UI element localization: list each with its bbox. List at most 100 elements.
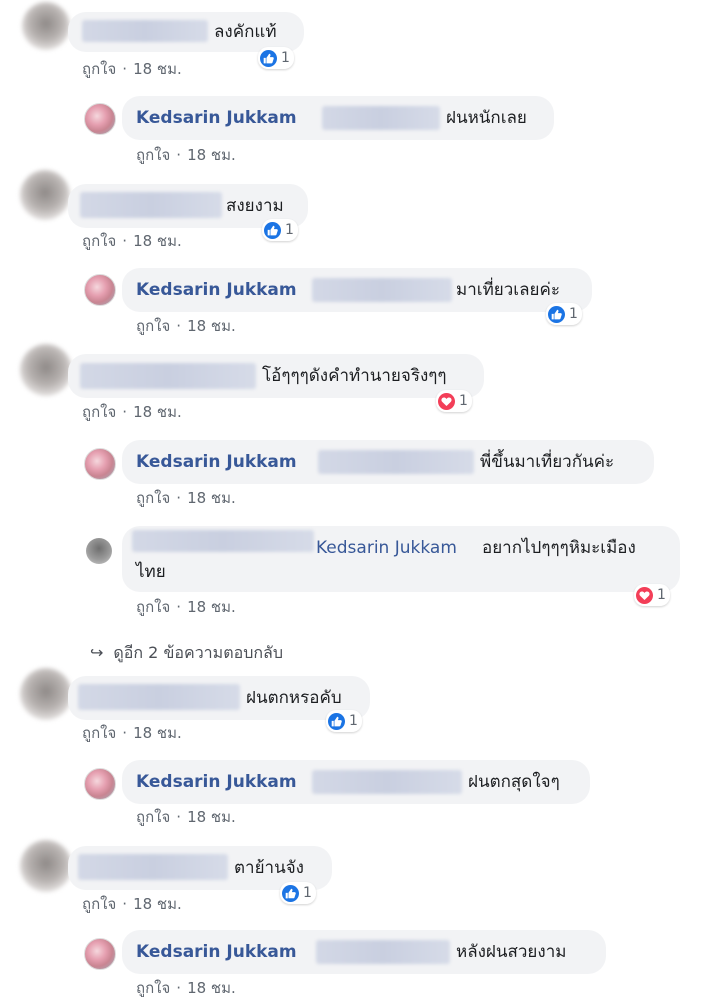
blurred-author-name [78,684,240,710]
comment-text: ฝนตกหรอคับ [246,688,342,708]
reaction-badge[interactable]: 1 [436,390,472,412]
timestamp[interactable]: 18 ชม. [187,979,236,997]
timestamp[interactable]: 18 ชม. [187,598,236,616]
comment-text: มาเที่ยวเลยค่ะ [456,280,560,300]
like-link[interactable]: ถูกใจ [136,808,170,826]
comment-meta: ถูกใจ · 18 ชม. [82,60,182,78]
comment-meta: ถูกใจ · 18 ชม. [136,808,236,826]
reply-bubble: Kedsarin Jukkam มาเที่ยวเลยค่ะ [122,268,592,312]
commenter-avatar[interactable] [22,2,70,50]
like-link[interactable]: ถูกใจ [136,598,170,616]
blurred-mention [316,940,450,964]
author-name[interactable]: Kedsarin Jukkam [136,108,297,128]
comment-text: สงยงาม [226,196,284,216]
comment-meta: ถูกใจ · 18 ชม. [82,403,182,421]
reaction-count: 1 [657,587,666,603]
like-link[interactable]: ถูกใจ [82,60,116,78]
kedsarin-avatar[interactable] [84,768,116,800]
author-name[interactable]: Kedsarin Jukkam [136,452,297,472]
like-link[interactable]: ถูกใจ [136,317,170,335]
timestamp[interactable]: 18 ชม. [133,403,182,421]
reaction-count: 1 [281,50,290,66]
reaction-badge[interactable]: 1 [634,584,670,606]
reaction-count: 1 [349,713,358,729]
comment-text: ฝนตกสุดใจๆ [468,772,560,792]
reply-arrow-icon: ↪ [90,643,104,662]
reply-bubble: Kedsarin Jukkam พี่ขึ้นมาเที่ยวกันค่ะ [122,440,654,484]
kedsarin-avatar[interactable] [84,274,116,306]
thumbs-up-icon [548,305,565,323]
like-link[interactable]: ถูกใจ [136,489,170,507]
thumbs-up-icon [328,712,345,730]
reaction-badge[interactable]: 1 [258,47,294,69]
blurred-author-name [78,854,228,880]
comment-bubble: ลงคักแท้ [68,12,304,52]
blurred-mention [312,278,452,302]
timestamp[interactable]: 18 ชม. [187,808,236,826]
like-link[interactable]: ถูกใจ [82,895,116,913]
like-link[interactable]: ถูกใจ [136,979,170,997]
blurred-mention [318,450,474,474]
comment-meta: ถูกใจ · 18 ชม. [136,317,236,335]
reply-bubble: Kedsarin Jukkam ฝนตกสุดใจๆ [122,760,590,804]
reaction-badge[interactable]: 1 [546,303,582,325]
blurred-mention [322,106,440,130]
reaction-badge[interactable]: 1 [280,882,316,904]
author-name[interactable]: Kedsarin Jukkam [136,942,297,962]
blurred-author-name [132,530,314,552]
comment-meta: ถูกใจ · 18 ชม. [136,598,236,616]
heart-icon [636,586,653,604]
reply-bubble: Kedsarin Jukkam หลังฝนสวยงาม [122,930,606,974]
view-more-label: ดูอีก 2 ข้อความตอบกลับ [113,643,284,662]
reply-bubble: Kedsarin Jukkam อยากไปๆๆๆหิมะเมือง ไทย [122,526,680,592]
reply-bubble: Kedsarin Jukkam ฝนหนักเลย [122,96,554,140]
comment-meta: ถูกใจ · 18 ชม. [82,232,182,250]
blurred-author-name [80,192,222,218]
timestamp[interactable]: 18 ชม. [133,60,182,78]
author-name[interactable]: Kedsarin Jukkam [136,280,297,300]
kedsarin-avatar[interactable] [84,938,116,970]
blurred-author-name [82,20,208,42]
blurred-mention [312,770,462,794]
like-link[interactable]: ถูกใจ [136,146,170,164]
kedsarin-avatar[interactable] [84,448,116,480]
like-link[interactable]: ถูกใจ [82,724,116,742]
comment-text: ลงคักแท้ [214,22,277,42]
comment-text: ตาย้านจัง [234,858,304,878]
commenter-avatar[interactable] [86,538,112,564]
timestamp[interactable]: 18 ชม. [187,489,236,507]
like-link[interactable]: ถูกใจ [82,232,116,250]
reaction-badge[interactable]: 1 [262,219,298,241]
blurred-author-name [80,363,256,389]
view-more-replies[interactable]: ↪ ดูอีก 2 ข้อความตอบกลับ [90,641,283,666]
like-link[interactable]: ถูกใจ [82,403,116,421]
reaction-badge[interactable]: 1 [326,710,362,732]
author-name[interactable]: Kedsarin Jukkam [136,772,297,792]
kedsarin-avatar[interactable] [84,103,116,135]
comment-meta: ถูกใจ · 18 ชม. [82,724,182,742]
commenter-avatar[interactable] [20,170,70,220]
thumbs-up-icon [264,221,281,239]
timestamp[interactable]: 18 ชม. [187,317,236,335]
comment-text: พี่ขึ้นมาเที่ยวกันค่ะ [480,452,615,472]
comment-text-line2: ไทย [136,562,166,582]
reaction-count: 1 [459,393,468,409]
comment-bubble: โอ้ๆๆๆดังคำทำนายจริงๆๆ [68,354,484,398]
timestamp[interactable]: 18 ชม. [133,232,182,250]
reaction-count: 1 [285,222,294,238]
comment-meta: ถูกใจ · 18 ชม. [136,979,236,997]
comment-text: ฝนหนักเลย [446,108,527,128]
comment-text: อยากไปๆๆๆหิมะเมือง [482,538,636,558]
mention-link[interactable]: Kedsarin Jukkam [316,538,457,558]
timestamp[interactable]: 18 ชม. [133,724,182,742]
commenter-avatar[interactable] [20,668,72,720]
comment-meta: ถูกใจ · 18 ชม. [136,146,236,164]
timestamp[interactable]: 18 ชม. [187,146,236,164]
commenter-avatar[interactable] [20,840,72,892]
comment-text: โอ้ๆๆๆดังคำทำนายจริงๆๆ [262,366,447,386]
thumbs-up-icon [282,884,299,902]
timestamp[interactable]: 18 ชม. [133,895,182,913]
commenter-avatar[interactable] [20,344,72,396]
comment-meta: ถูกใจ · 18 ชม. [82,895,182,913]
comment-meta: ถูกใจ · 18 ชม. [136,489,236,507]
